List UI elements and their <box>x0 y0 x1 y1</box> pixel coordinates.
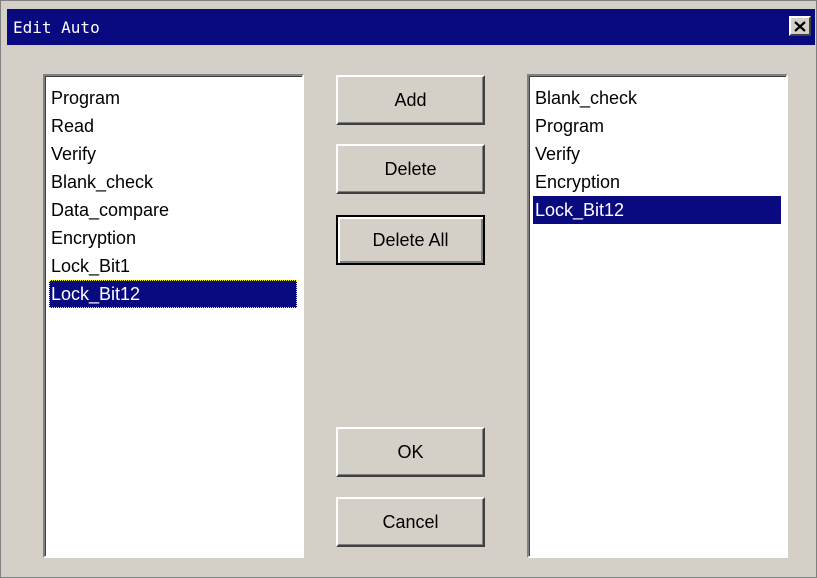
list-item[interactable]: Verify <box>533 140 786 168</box>
close-button[interactable] <box>789 16 811 36</box>
edit-auto-dialog: Edit Auto Program Read Verify Blank_check Da… <box>0 0 817 578</box>
list-item[interactable]: Program <box>49 84 302 112</box>
available-operations-items: Program Read Verify Blank_check Data_compare… <box>45 76 302 308</box>
ok-button[interactable]: OK <box>336 427 485 477</box>
list-item[interactable]: Blank_check <box>533 84 786 112</box>
list-item[interactable]: Blank_check <box>49 168 302 196</box>
add-button[interactable]: Add <box>336 75 485 125</box>
list-item[interactable]: Verify <box>49 140 302 168</box>
title-bar[interactable]: Edit Auto <box>7 9 815 45</box>
list-item[interactable]: Lock_Bit12 <box>533 196 781 224</box>
delete-button[interactable]: Delete <box>336 144 485 194</box>
selected-operations-items: Blank_check Program Verify Encryption Lock_B… <box>529 76 786 224</box>
list-item[interactable]: Data_compare <box>49 196 302 224</box>
list-item[interactable]: Encryption <box>533 168 786 196</box>
list-item[interactable]: Encryption <box>49 224 302 252</box>
cancel-button[interactable]: Cancel <box>336 497 485 547</box>
available-operations-list[interactable]: Program Read Verify Blank_check Data_compare… <box>43 74 304 558</box>
window-title: Edit Auto <box>13 18 100 37</box>
close-icon <box>794 20 806 32</box>
list-item[interactable]: Lock_Bit12 <box>49 280 297 308</box>
list-item[interactable]: Read <box>49 112 302 140</box>
delete-all-button[interactable]: Delete All <box>336 215 485 265</box>
selected-operations-list[interactable]: Blank_check Program Verify Encryption Lock_B… <box>527 74 788 558</box>
list-item[interactable]: Program <box>533 112 786 140</box>
list-item[interactable]: Lock_Bit1 <box>49 252 302 280</box>
